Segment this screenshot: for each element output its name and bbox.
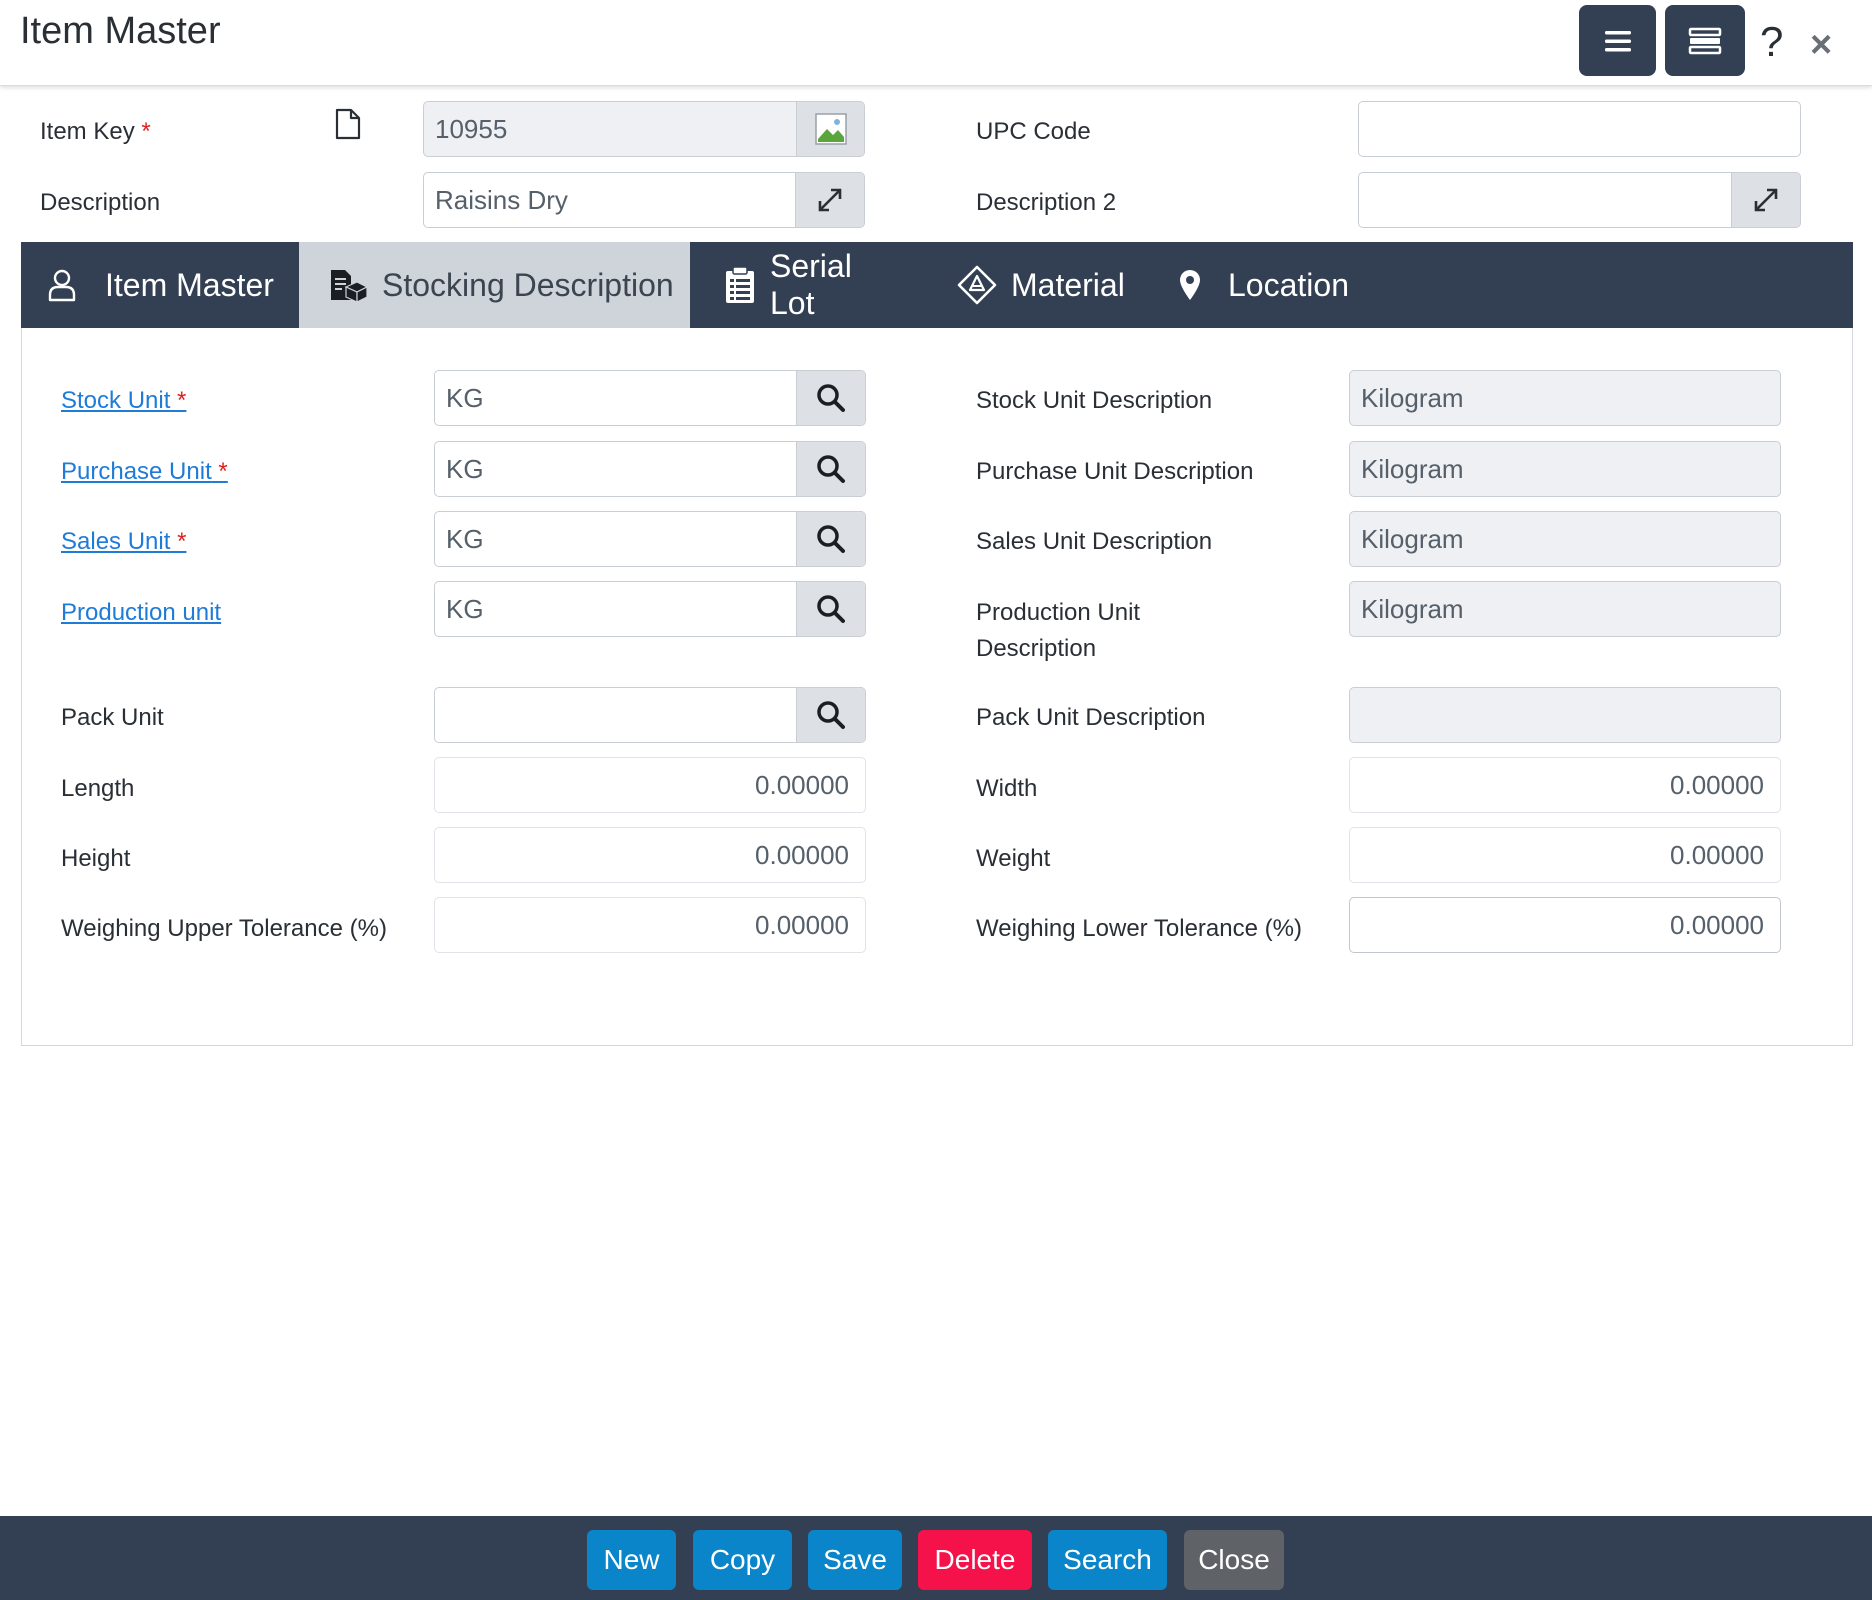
document-icon[interactable] — [334, 108, 362, 140]
production-unit-description-input[interactable]: Kilogram — [1349, 581, 1781, 637]
copy-button[interactable]: Copy — [693, 1530, 792, 1590]
hamburger-icon — [1604, 30, 1631, 51]
production-unit-description-label: Production Unit Description — [976, 599, 1141, 662]
weighing-lower-tolerance-label: Weighing Lower Tolerance (%) — [976, 915, 1302, 942]
stock-unit-description-input[interactable]: Kilogram — [1349, 370, 1781, 426]
item-image-button[interactable] — [796, 102, 864, 156]
pack-unit-search-button[interactable] — [796, 688, 865, 742]
help-button[interactable]: ? — [1760, 18, 1783, 66]
sales-unit-description-input[interactable]: Kilogram — [1349, 511, 1781, 567]
item-key-label: Item Key * — [40, 118, 151, 145]
length-label: Length — [61, 775, 135, 802]
weighing-upper-tolerance-label: Weighing Upper Tolerance (%) — [61, 915, 387, 942]
production-unit-search-button[interactable] — [796, 582, 865, 636]
server-list-icon — [1688, 27, 1722, 54]
weighing-lower-tolerance-input[interactable]: 0.00000 — [1349, 897, 1781, 953]
pack-unit-label: Pack Unit — [61, 704, 164, 731]
search-icon — [817, 595, 845, 623]
search-icon — [817, 384, 845, 412]
delete-button[interactable]: Delete — [918, 1530, 1032, 1590]
length-input[interactable]: 0.00000 — [434, 757, 866, 813]
page-title: Item Master — [20, 10, 221, 52]
boxes-icon — [331, 270, 368, 303]
purchase-unit-input[interactable]: KG — [434, 441, 866, 497]
search-icon — [817, 525, 845, 553]
description-label: Description — [40, 189, 161, 216]
layout-button[interactable] — [1665, 5, 1745, 76]
upc-code-input[interactable] — [1358, 101, 1801, 157]
tab-serial-lot[interactable]: Serial Lot — [724, 242, 904, 328]
search-icon — [817, 701, 845, 729]
close-icon[interactable]: × — [1810, 24, 1832, 67]
expand-icon — [1754, 188, 1778, 212]
purchase-unit-search-button[interactable] — [796, 442, 865, 496]
width-input[interactable]: 0.00000 — [1349, 757, 1781, 813]
sales-unit-description-label: Sales Unit Description — [976, 528, 1213, 555]
tab-stocking-description[interactable]: Stocking Description — [299, 242, 690, 328]
stock-unit-input[interactable]: KG — [434, 370, 866, 426]
production-unit-input[interactable]: KG — [434, 581, 866, 637]
save-button[interactable]: Save — [808, 1530, 902, 1590]
width-label: Width — [976, 775, 1038, 802]
height-label: Height — [61, 845, 131, 872]
close-button[interactable]: Close — [1184, 1530, 1284, 1590]
weighing-upper-tolerance-input[interactable]: 0.00000 — [434, 897, 866, 953]
pack-unit-input[interactable] — [434, 687, 866, 743]
purchase-unit-label[interactable]: Purchase Unit * — [61, 454, 228, 490]
weight-label: Weight — [976, 845, 1051, 872]
footer-toolbar: New Copy Save Delete Search Close — [0, 1516, 1872, 1600]
item-key-input[interactable]: 10955 — [423, 101, 865, 157]
search-icon — [817, 455, 845, 483]
description-expand-button[interactable] — [795, 173, 864, 227]
purchase-unit-description-input[interactable]: Kilogram — [1349, 441, 1781, 497]
expand-icon — [818, 188, 842, 212]
description-input[interactable]: Raisins Dry — [423, 172, 865, 228]
description2-input[interactable] — [1358, 172, 1801, 228]
pack-unit-description-input[interactable] — [1349, 687, 1781, 743]
stock-unit-label[interactable]: Stock Unit * — [61, 383, 186, 419]
sales-unit-search-button[interactable] — [796, 512, 865, 566]
upc-code-label: UPC Code — [976, 118, 1091, 145]
broken-image-icon — [814, 113, 847, 145]
stock-unit-description-label: Stock Unit Description — [976, 387, 1213, 414]
menu-button[interactable] — [1579, 5, 1656, 76]
height-input[interactable]: 0.00000 — [434, 827, 866, 883]
sales-unit-input[interactable]: KG — [434, 511, 866, 567]
sales-unit-label[interactable]: Sales Unit * — [61, 524, 186, 560]
description2-expand-button[interactable] — [1731, 173, 1800, 227]
search-button[interactable]: Search — [1048, 1530, 1167, 1590]
description2-label: Description 2 — [976, 189, 1117, 216]
stock-unit-search-button[interactable] — [796, 371, 865, 425]
weight-input[interactable]: 0.00000 — [1349, 827, 1781, 883]
window-header: Item Master ? × — [0, 0, 1872, 86]
clipboard-list-icon — [726, 266, 754, 303]
purchase-unit-description-label: Purchase Unit Description — [976, 458, 1254, 485]
tab-bar: Item Master Stocking Description Serial … — [21, 242, 1853, 328]
tab-location[interactable]: Location — [1178, 242, 1378, 328]
pack-unit-description-label: Pack Unit Description — [976, 704, 1206, 731]
diamond-icon — [957, 265, 997, 305]
new-button[interactable]: New — [587, 1530, 676, 1590]
tab-item-master[interactable]: Item Master — [21, 242, 299, 328]
map-pin-icon — [1180, 270, 1200, 300]
tab-material[interactable]: Material — [957, 242, 1147, 328]
user-icon — [48, 269, 76, 302]
production-unit-label[interactable]: Production unit — [61, 595, 221, 631]
